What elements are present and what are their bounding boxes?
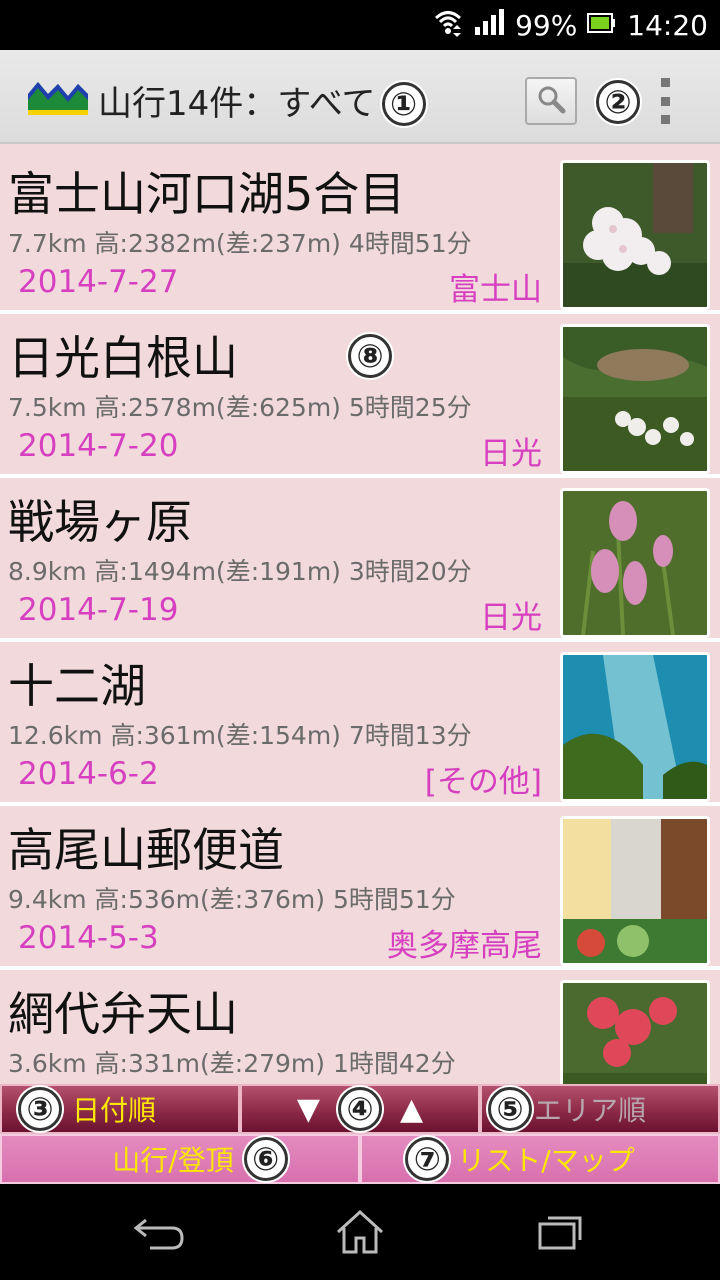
annotation-marker: ⑥ [243, 1137, 288, 1181]
search-button[interactable] [525, 77, 577, 125]
sort-descending-icon: ▼ [296, 1091, 320, 1127]
item-stats: 3.6km 高:331m(差:279m) 1時間42分 [8, 1049, 456, 1078]
item-name: 高尾山郵便道 [8, 823, 284, 877]
list-item[interactable]: 高尾山郵便道 9.4km 高:536m(差:376m) 5時間51分 2014-… [0, 808, 720, 970]
item-area: 日光 [480, 436, 542, 472]
item-date: 2014-6-2 [18, 756, 159, 792]
item-date: 2014-5-3 [18, 920, 159, 956]
sort-direction-button[interactable]: ▼ ④ ▲ [240, 1084, 480, 1134]
item-area: 富士山 [449, 272, 542, 308]
hike-list[interactable]: 富士山河口湖5合目 7.7km 高:2382m(差:237m) 4時間51分 2… [0, 144, 720, 1084]
mode-toggle-button[interactable]: 山行/登頂 ⑥ [0, 1134, 360, 1184]
overflow-menu-icon[interactable] [655, 78, 675, 124]
home-icon[interactable] [334, 1208, 386, 1260]
item-name: 富士山河口湖5合目 [8, 167, 406, 221]
mode-toggle-label: 山行/登頂 [112, 1144, 234, 1177]
item-stats: 9.4km 高:536m(差:376m) 5時間51分 [8, 885, 456, 914]
item-area: 奥多摩高尾 [387, 928, 542, 964]
back-icon[interactable] [132, 1212, 188, 1256]
item-stats: 12.6km 高:361m(差:154m) 7時間13分 [8, 721, 472, 750]
wifi-icon [433, 7, 463, 44]
list-item[interactable]: 富士山河口湖5合目 7.7km 高:2382m(差:237m) 4時間51分 2… [0, 152, 720, 314]
title-text: 山行14件：すべて [98, 84, 376, 124]
action-bar: 山行14件：すべて ① ② [0, 50, 720, 144]
item-area: 日光 [480, 600, 542, 636]
page-title[interactable]: 山行14件：すべて ① [98, 76, 426, 128]
list-item[interactable]: 日光白根山 ⑧ 7.5km 高:2578m(差:625m) 5時間25分 201… [0, 316, 720, 478]
list-item[interactable]: 十二湖 12.6km 高:361m(差:154m) 7時間13分 2014-6-… [0, 644, 720, 806]
item-name: 戦場ヶ原 [8, 495, 192, 549]
annotation-marker: ① [381, 81, 426, 126]
battery-icon [587, 9, 617, 42]
sort-ascending-icon: ▲ [400, 1091, 424, 1127]
sort-by-date-label: 日付順 [72, 1094, 157, 1127]
status-bar: 99% 14:20 [0, 0, 720, 50]
item-thumbnail[interactable] [560, 488, 710, 638]
annotation-marker: ⑦ [405, 1137, 450, 1181]
item-thumbnail[interactable] [560, 980, 710, 1084]
item-date: 2014-7-20 [18, 428, 179, 464]
item-date: 2014-7-27 [18, 264, 179, 300]
sort-by-area-button[interactable]: ⑤ エリア順 [480, 1084, 720, 1134]
bottom-toolbar: ③ 日付順 ▼ ④ ▲ ⑤ エリア順 山行/登頂 ⑥ ⑦ リスト/マップ [0, 1084, 720, 1184]
item-stats: 7.7km 高:2382m(差:237m) 4時間51分 [8, 229, 472, 258]
view-toggle-button[interactable]: ⑦ リスト/マップ [360, 1134, 720, 1184]
view-toggle-label: リスト/マップ [457, 1144, 635, 1177]
list-item[interactable]: 戦場ヶ原 8.9km 高:1494m(差:191m) 3時間20分 2014-7… [0, 480, 720, 642]
item-name: 日光白根山 [8, 331, 238, 385]
sort-by-area-label: エリア順 [534, 1094, 647, 1127]
clock: 14:20 [627, 8, 708, 42]
mountain-logo-icon[interactable] [26, 78, 90, 120]
item-area: [その他] [424, 764, 542, 800]
annotation-marker: ⑤ [488, 1087, 532, 1131]
annotation-marker: ② [596, 80, 640, 124]
list-item[interactable]: 網代弁天山 3.6km 高:331m(差:279m) 1時間42分 [0, 972, 720, 1084]
item-thumbnail[interactable] [560, 324, 710, 474]
sort-by-date-button[interactable]: ③ 日付順 [0, 1084, 240, 1134]
item-thumbnail[interactable] [560, 816, 710, 966]
item-thumbnail[interactable] [560, 160, 710, 310]
annotation-marker: ③ [18, 1087, 62, 1131]
annotation-marker: ⑧ [348, 334, 392, 378]
item-name: 十二湖 [8, 659, 146, 713]
item-thumbnail[interactable] [560, 652, 710, 802]
search-icon [536, 84, 566, 118]
signal-icon [473, 7, 505, 44]
system-nav-bar [0, 1184, 720, 1280]
recent-apps-icon[interactable] [536, 1212, 584, 1256]
item-name: 網代弁天山 [8, 987, 238, 1041]
battery-percent: 99% [515, 8, 578, 42]
item-stats: 8.9km 高:1494m(差:191m) 3時間20分 [8, 557, 472, 586]
annotation-marker: ④ [338, 1087, 382, 1131]
item-stats: 7.5km 高:2578m(差:625m) 5時間25分 [8, 393, 472, 422]
item-date: 2014-7-19 [18, 592, 179, 628]
